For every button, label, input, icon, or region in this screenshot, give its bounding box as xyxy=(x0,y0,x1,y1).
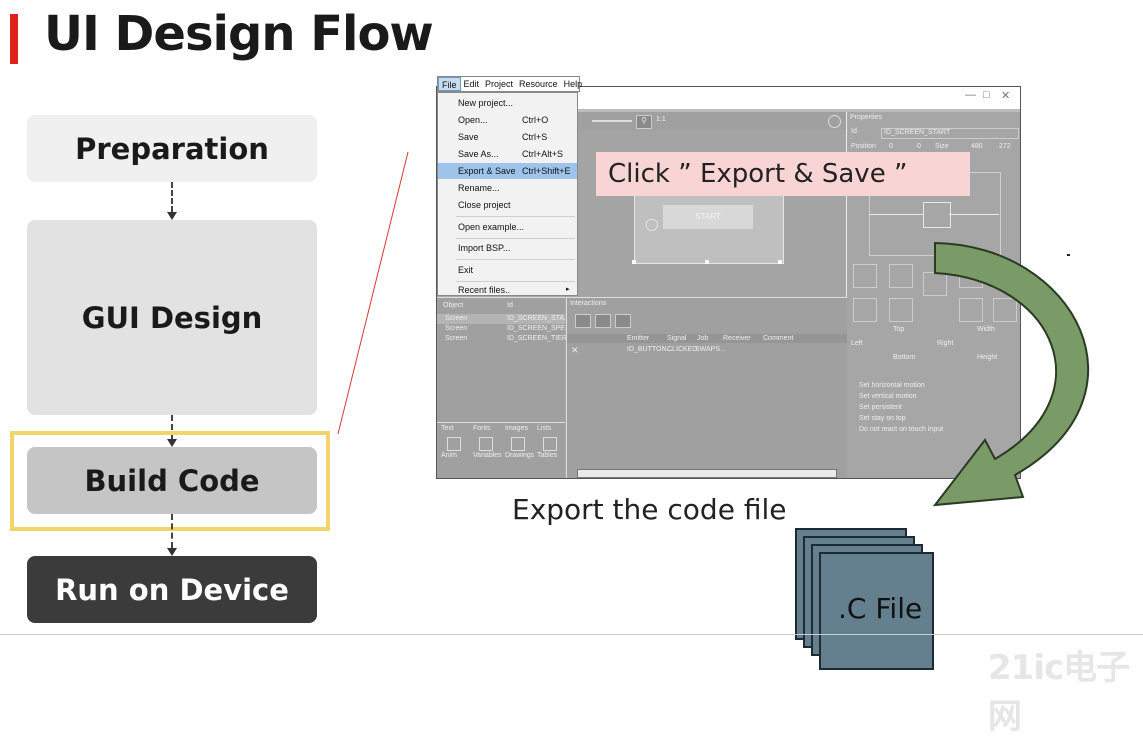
table-row[interactable]: ✕ ID_BUTTON... CLICKED SWAPS... xyxy=(567,345,847,355)
zoom-level: 1:1 xyxy=(656,116,666,123)
menu-item-open[interactable]: Open... Ctrl+O xyxy=(438,112,577,128)
menu-item-rename[interactable]: Rename... xyxy=(438,180,577,196)
close-icon[interactable]: ✕ xyxy=(1001,89,1010,102)
tool-variables[interactable]: Variables xyxy=(473,452,502,459)
option-item[interactable]: Set persistent xyxy=(859,404,902,411)
menu-separator xyxy=(456,238,575,239)
screen-preview[interactable]: START ◯ xyxy=(634,192,784,264)
anchor-option-icon[interactable] xyxy=(853,264,877,288)
list-icon[interactable] xyxy=(543,437,557,451)
col-job: Job xyxy=(697,335,709,342)
interactions-header: Interactions xyxy=(570,300,607,307)
menu-file[interactable]: File xyxy=(438,77,461,91)
tab-text[interactable]: Text xyxy=(441,425,454,432)
option-item[interactable]: Set stay on top xyxy=(859,415,906,422)
menu-item-new-project[interactable]: New project... xyxy=(438,95,577,111)
menu-item-recent-files[interactable]: Recent files.. ▸ xyxy=(438,282,577,298)
menu-item-export-save[interactable]: Export & Save Ctrl+Shift+E xyxy=(438,163,577,179)
menu-item-open-example[interactable]: Open example... xyxy=(438,219,577,235)
menu-item-close-project[interactable]: Close project xyxy=(438,197,577,213)
menu-separator xyxy=(456,216,575,217)
upload-icon[interactable] xyxy=(595,314,611,328)
menu-bar: File Edit Project Resource Help xyxy=(437,76,582,92)
tool-tables[interactable]: Tables xyxy=(537,452,557,459)
col-id: Id xyxy=(507,302,513,309)
download-icon[interactable] xyxy=(615,314,631,328)
text-icon[interactable] xyxy=(479,437,493,451)
col-comment: Comment xyxy=(763,335,794,342)
bike-icon: ◯ xyxy=(645,217,659,231)
zoom-slider[interactable] xyxy=(592,120,632,122)
connector-line xyxy=(171,182,173,212)
menu-edit[interactable]: Edit xyxy=(461,77,483,91)
menu-project[interactable]: Project xyxy=(482,77,516,91)
file-menu-dropdown: New project... Open... Ctrl+O Save Ctrl+S … xyxy=(437,92,578,296)
step-build-code: Build Code xyxy=(27,447,317,514)
table-row[interactable]: Screen ID_SCREEN_SPE... xyxy=(437,324,571,334)
canvas-toolbar: ⚲ 1:1 xyxy=(578,112,846,130)
export-save-callout: Click ” Export & Save ” xyxy=(596,152,970,196)
menu-item-import-bsp[interactable]: Import BSP... xyxy=(438,240,577,256)
prop-left-label: Left xyxy=(851,340,863,347)
menu-item-save-as[interactable]: Save As... Ctrl+Alt+S xyxy=(438,146,577,162)
anim-icon[interactable] xyxy=(447,437,461,451)
properties-header: Properties xyxy=(850,114,882,121)
c-file-label: .C File xyxy=(838,592,923,625)
delete-icon: ✕ xyxy=(571,345,579,355)
tool-drawings[interactable]: Drawings xyxy=(505,452,534,459)
connector-arrowhead xyxy=(167,212,177,220)
step-gui-design: GUI Design xyxy=(27,220,317,415)
settings-icon[interactable] xyxy=(828,115,841,128)
prop-width[interactable]: 480 xyxy=(971,143,983,150)
footer-divider xyxy=(0,634,1143,635)
prop-size-label: Size xyxy=(935,143,949,150)
tab-lists[interactable]: Lists xyxy=(537,425,551,432)
menu-separator xyxy=(456,259,575,260)
interactions-pane: Interactions Emitter Signal Job Receiver… xyxy=(566,297,847,478)
export-caption: Export the code file xyxy=(512,493,787,526)
step-run-on-device: Run on Device xyxy=(27,556,317,623)
zoom-connector-line xyxy=(337,151,409,435)
submenu-arrow-icon: ▸ xyxy=(566,286,570,293)
title-accent-bar xyxy=(10,14,18,64)
prop-id-label: Id xyxy=(851,128,857,135)
menu-item-exit[interactable]: Exit xyxy=(438,262,577,278)
anchor-option-icon[interactable] xyxy=(853,298,877,322)
col-signal: Signal xyxy=(667,335,687,342)
prop-pos-y[interactable]: 0 xyxy=(917,143,921,150)
tab-images[interactable]: Images xyxy=(505,425,528,432)
curved-arrow xyxy=(932,241,1090,507)
menu-item-save[interactable]: Save Ctrl+S xyxy=(438,129,577,145)
slide-title: UI Design Flow xyxy=(44,6,434,62)
minimize-icon[interactable]: — xyxy=(965,89,976,101)
image-icon[interactable] xyxy=(511,437,525,451)
prop-top-label: Top xyxy=(893,326,905,333)
copy-icon[interactable] xyxy=(575,314,591,328)
prop-position-label: Position xyxy=(851,143,876,150)
prop-id-field[interactable]: ID_SCREEN_START xyxy=(881,128,1019,139)
menu-resource[interactable]: Resource xyxy=(516,77,561,91)
table-row[interactable]: Screen ID_SCREEN_TIER... xyxy=(437,334,573,344)
col-object: Object xyxy=(443,302,464,309)
zoom-icon[interactable]: ⚲ xyxy=(636,115,652,129)
tool-anim[interactable]: Anim xyxy=(441,452,457,459)
connector-arrowhead xyxy=(167,548,177,556)
col-emitter: Emitter xyxy=(627,335,650,342)
toolbox-pane: Text Fonts Images Lists Anim Variables D… xyxy=(437,422,565,478)
table-row[interactable]: Screen ID_SCREEN_STA... xyxy=(437,314,570,324)
maximize-icon[interactable]: □ xyxy=(983,89,990,101)
col-receiver: Receiver xyxy=(723,335,751,342)
start-button-preview[interactable]: START xyxy=(663,205,753,229)
horizontal-scrollbar[interactable] xyxy=(577,469,837,478)
object-tree-pane: Object Id Screen ID_SCREEN_STA... Screen… xyxy=(437,297,573,423)
watermark-logo: 21ic电子网 xyxy=(988,648,1130,737)
step-preparation: Preparation xyxy=(27,115,317,182)
prop-height[interactable]: 272 xyxy=(999,143,1011,150)
prop-pos-x[interactable]: 0 xyxy=(889,143,893,150)
connector-line xyxy=(171,514,173,548)
menu-help[interactable]: Help xyxy=(561,77,586,91)
tab-fonts[interactable]: Fonts xyxy=(473,425,491,432)
layout-center-box xyxy=(923,202,951,228)
